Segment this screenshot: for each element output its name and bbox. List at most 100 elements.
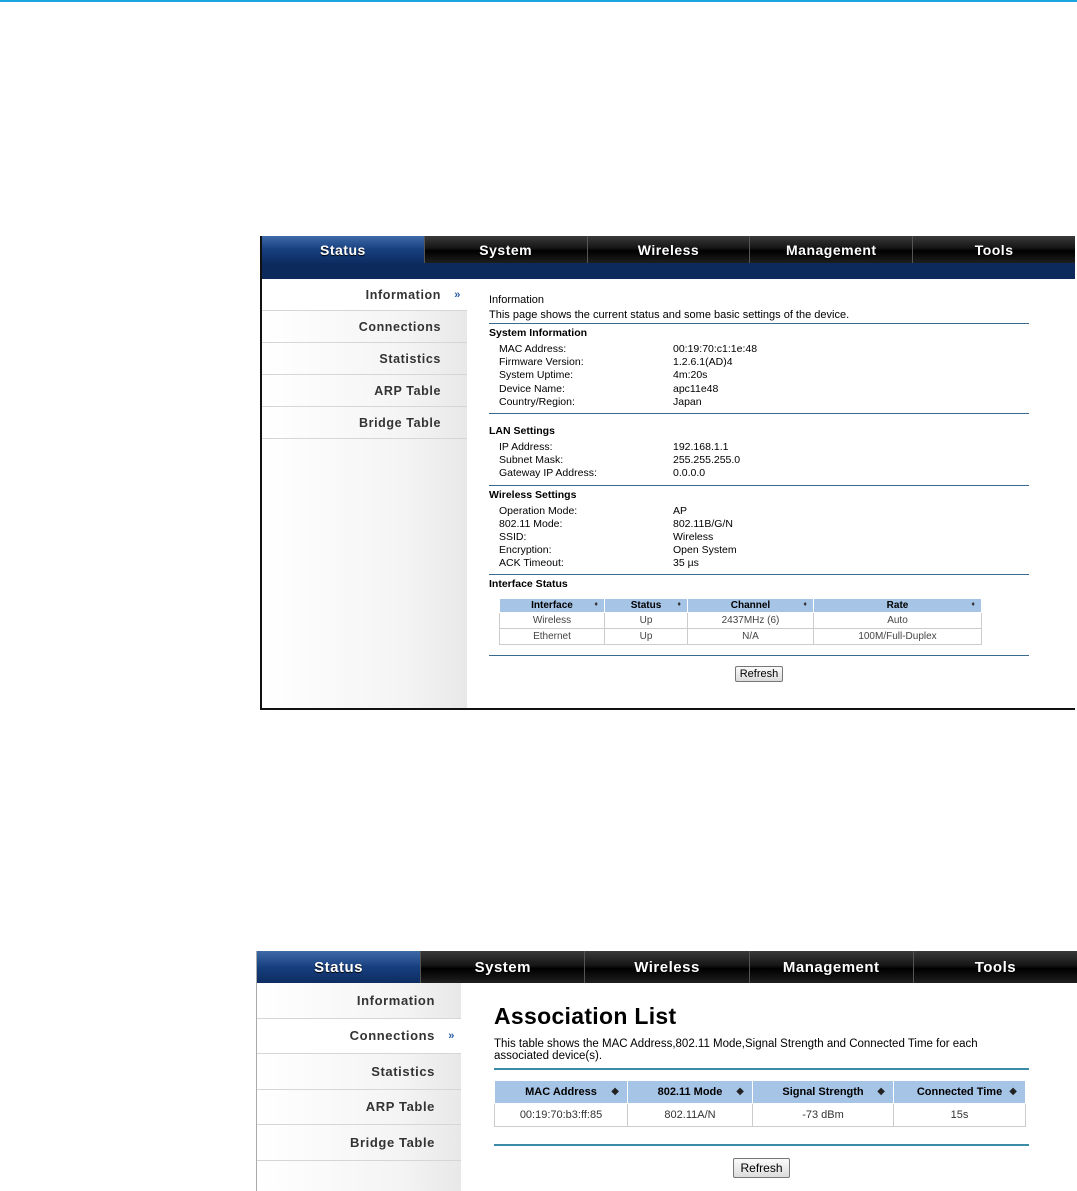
sidebar-item-connections[interactable]: Connections » bbox=[257, 1018, 461, 1054]
divider bbox=[494, 1144, 1029, 1146]
table-cell: Up bbox=[604, 612, 688, 630]
sort-icon: ◆ bbox=[877, 1086, 885, 1097]
refresh-wrap: Refresh bbox=[489, 666, 1029, 683]
association-table: MAC Address ◆ 802.11 Mode ◆ Signal Strengt… bbox=[494, 1080, 1026, 1127]
info-key: ACK Timeout: bbox=[499, 557, 564, 570]
sidebar-item-label: Statistics bbox=[379, 351, 441, 366]
info-key: Country/Region: bbox=[499, 395, 575, 408]
association-list-content: Association List This table shows the MA… bbox=[494, 1003, 1029, 1178]
table-cell: -73 dBm bbox=[752, 1103, 894, 1127]
column-header-signal-strength[interactable]: Signal Strength ◆ bbox=[752, 1080, 894, 1104]
info-row: ACK Timeout: 35 µs bbox=[489, 557, 1029, 570]
info-row: System Uptime: 4m:20s bbox=[489, 369, 1029, 382]
column-header-channel[interactable]: Channel ♦ bbox=[687, 598, 814, 614]
column-header-mac-address[interactable]: MAC Address ◆ bbox=[494, 1080, 628, 1104]
section-heading: Wireless Settings bbox=[489, 488, 577, 501]
column-header-interface[interactable]: Interface ♦ bbox=[499, 598, 605, 614]
tab-status[interactable]: Status bbox=[262, 236, 425, 263]
info-row: Device Name: apc11e48 bbox=[489, 383, 1029, 396]
info-row: IP Address: 192.168.1.1 bbox=[489, 441, 1029, 454]
tab-status[interactable]: Status bbox=[257, 951, 422, 983]
tab-tools[interactable]: Tools bbox=[914, 951, 1077, 983]
tab-system[interactable]: System bbox=[425, 236, 588, 263]
sort-icon: ◆ bbox=[736, 1086, 744, 1097]
status-information-panel: Status System Wireless Management Tools … bbox=[260, 236, 1075, 710]
sidebar-item-bridge-table[interactable]: Bridge Table bbox=[262, 407, 467, 439]
sidebar-item-statistics[interactable]: Statistics bbox=[257, 1054, 461, 1090]
info-key: MAC Address: bbox=[499, 343, 567, 355]
sidebar-item-label: Connections bbox=[358, 319, 441, 334]
refresh-button[interactable]: Refresh bbox=[734, 666, 784, 683]
sidebar-item-information[interactable]: Information » bbox=[262, 279, 467, 311]
sort-icon: ♦ bbox=[677, 601, 681, 609]
section-heading: LAN Settings bbox=[489, 424, 555, 437]
sidebar-item-arp-table[interactable]: ARP Table bbox=[257, 1090, 461, 1125]
info-key: SSID: bbox=[499, 530, 527, 543]
info-row: Subnet Mask: 255.255.255.0 bbox=[489, 454, 1029, 467]
double-chevron-right-icon: » bbox=[454, 288, 461, 301]
tab-wireless[interactable]: Wireless bbox=[585, 951, 750, 983]
sidebar-item-connections[interactable]: Connections bbox=[262, 311, 467, 343]
sidebar-item-label: Bridge Table bbox=[359, 415, 441, 430]
interface-status-section: Interface Status Interface ♦ Status ♦ Chan… bbox=[489, 578, 1029, 657]
main-nav: Status System Wireless Management Tools bbox=[262, 236, 1075, 263]
info-key: Device Name: bbox=[499, 382, 565, 395]
info-key: Subnet Mask: bbox=[499, 454, 564, 467]
sidebar-item-bridge-table[interactable]: Bridge Table bbox=[257, 1125, 461, 1161]
info-value: 35 µs bbox=[673, 557, 699, 570]
table-cell: Ethernet bbox=[499, 628, 605, 646]
info-key: Gateway IP Address: bbox=[499, 467, 597, 480]
sidebar-item-information[interactable]: Information bbox=[257, 983, 461, 1019]
interface-status-table: Interface ♦ Status ♦ Channel ♦ Rate ♦ Wirele… bbox=[499, 598, 982, 646]
section-heading: System Information bbox=[489, 327, 588, 339]
sidebar-item-statistics[interactable]: Statistics bbox=[262, 343, 467, 375]
wireless-settings-section: Wireless Settings Operation Mode: AP 802.… bbox=[489, 489, 1029, 576]
column-header-status[interactable]: Status ♦ bbox=[604, 598, 688, 614]
sidebar-item-label: ARP Table bbox=[365, 1099, 435, 1115]
refresh-button[interactable]: Refresh bbox=[733, 1158, 790, 1178]
sidebar: Information » Connections Statistics ARP… bbox=[262, 279, 467, 708]
sidebar-item-arp-table[interactable]: ARP Table bbox=[262, 375, 467, 407]
info-row: Firmware Version: 1.2.6.1(AD)4 bbox=[489, 356, 1029, 369]
status-connections-panel: Status System Wireless Management Tools … bbox=[256, 951, 1077, 1191]
lan-settings-section: LAN Settings IP Address: 192.168.1.1 Subn… bbox=[489, 414, 1029, 486]
page-top-line bbox=[0, 0, 1077, 2]
info-row: Operation Mode: AP bbox=[489, 505, 1029, 518]
tab-system[interactable]: System bbox=[421, 951, 586, 983]
table-row: Wireless Up 2437MHz (6) Auto bbox=[499, 612, 982, 630]
system-information-section: System Information MAC Address: 00:19:70:… bbox=[489, 327, 1029, 414]
sidebar-item-label: Connections bbox=[349, 1028, 435, 1044]
table-cell: 15s bbox=[893, 1103, 1026, 1127]
info-value: Japan bbox=[673, 395, 702, 408]
info-value: Open System bbox=[673, 544, 737, 557]
column-header-connected-time[interactable]: Connected Time ◆ bbox=[893, 1080, 1026, 1104]
tab-management[interactable]: Management bbox=[750, 951, 914, 983]
tab-management[interactable]: Management bbox=[750, 236, 914, 263]
sort-icon: ♦ bbox=[971, 601, 975, 609]
info-value: apc11e48 bbox=[673, 382, 719, 395]
sidebar-item-label: Information bbox=[365, 287, 441, 302]
info-value: 192.168.1.1 bbox=[673, 440, 729, 453]
page-title: Association List bbox=[494, 1003, 677, 1029]
info-key: 802.11 Mode: bbox=[499, 517, 563, 530]
table-row: Ethernet Up N/A 100M/Full-Duplex bbox=[499, 628, 982, 646]
column-header-rate[interactable]: Rate ♦ bbox=[813, 598, 982, 614]
table-row: 00:19:70:b3:ff:85 802.11A/N -73 dBm 15s bbox=[494, 1103, 1026, 1127]
sort-icon: ♦ bbox=[594, 601, 598, 609]
table-cell: 802.11A/N bbox=[627, 1103, 753, 1127]
column-header-80211-mode[interactable]: 802.11 Mode ◆ bbox=[627, 1080, 753, 1104]
table-cell: Wireless bbox=[499, 612, 605, 630]
sort-icon: ◆ bbox=[1009, 1086, 1017, 1097]
sidebar-item-label: Information bbox=[356, 992, 435, 1008]
info-row: 802.11 Mode: 802.11B/G/N bbox=[489, 518, 1029, 531]
info-value: 802.11B/G/N bbox=[673, 517, 733, 530]
tab-wireless[interactable]: Wireless bbox=[588, 236, 751, 263]
info-row: SSID: Wireless bbox=[489, 531, 1029, 544]
sidebar-item-label: Statistics bbox=[371, 1063, 435, 1079]
tab-tools[interactable]: Tools bbox=[913, 236, 1075, 263]
info-row: Encryption: Open System bbox=[489, 544, 1029, 557]
refresh-wrap: Refresh bbox=[494, 1158, 1029, 1178]
info-value: 00:19:70:c1:1e:48 bbox=[673, 343, 758, 355]
page-title: Information bbox=[489, 294, 545, 306]
info-value: 0.0.0.0 bbox=[673, 467, 706, 480]
